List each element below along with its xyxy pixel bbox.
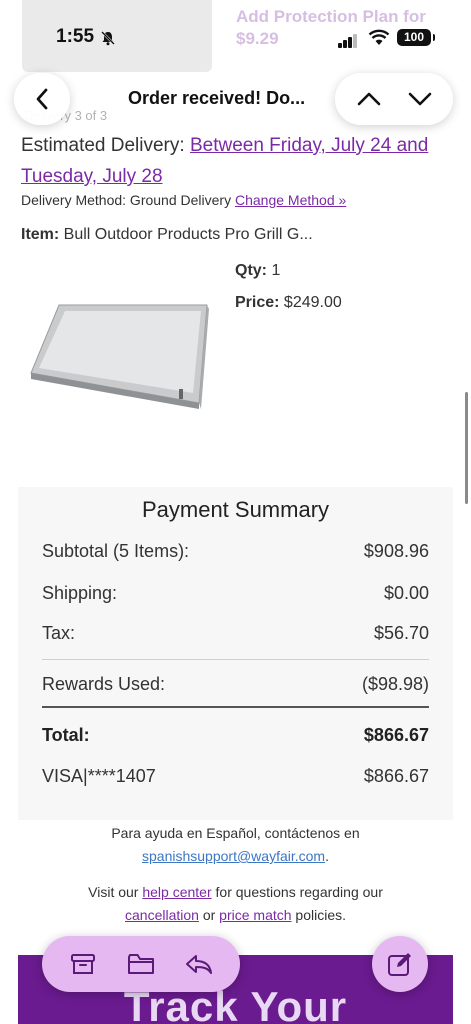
payment-summary-title: Payment Summary [141, 497, 330, 522]
back-button[interactable] [14, 73, 70, 125]
total-row: Total: $866.67 [42, 725, 429, 746]
chevron-up-icon [357, 92, 380, 106]
compose-icon [388, 953, 411, 976]
price: Price: $249.00 [235, 294, 342, 312]
cellular-signal-icon [338, 30, 358, 48]
price-match-link[interactable]: price match [219, 907, 291, 923]
chevron-left-icon [36, 88, 48, 110]
row-label: Total: [42, 725, 90, 745]
item-value: Bull Outdoor Products Pro Grill G... [59, 226, 313, 243]
reply-button[interactable] [179, 944, 219, 984]
help-text: or [198, 907, 220, 923]
spanish-help-text: Para ayuda en Español, contáctenos en [111, 825, 360, 841]
row-value: $908.96 [363, 541, 429, 561]
wifi-icon [368, 29, 390, 45]
row-label: Tax: [42, 623, 76, 643]
tax-row: Tax: $56.70 [42, 623, 429, 644]
battery-indicator: 100 [397, 29, 435, 46]
estimated-delivery: Estimated Delivery: Between Friday, July… [21, 130, 461, 192]
product-image[interactable] [21, 297, 211, 411]
next-message-button[interactable] [400, 79, 440, 119]
price-label: Price: [235, 294, 280, 311]
scrollbar[interactable] [465, 392, 468, 504]
help-text: Visit our [88, 884, 143, 900]
row-value: ($98.98) [361, 674, 429, 694]
shipping-row: Shipping: $0.00 [42, 583, 429, 604]
previous-message-button[interactable] [349, 79, 389, 119]
row-label: Subtotal (5 Items): [42, 541, 190, 561]
help-info: Visit our help center for questions rega… [0, 881, 471, 927]
subtotal-row: Subtotal (5 Items): $908.96 [42, 541, 429, 562]
estimated-delivery-label: Estimated Delivery: [21, 135, 190, 156]
help-center-link[interactable]: help center [142, 884, 211, 900]
help-text: policies. [291, 907, 346, 923]
email-subject-title: Order received! Do... [128, 88, 306, 108]
divider [42, 659, 429, 660]
row-label: Rewards Used: [42, 674, 166, 694]
quantity: Qty: 1 [235, 262, 280, 280]
price-value: $249.00 [279, 294, 342, 311]
payment-summary: Payment Summary Subtotal (5 Items): $908… [18, 487, 453, 820]
chevron-down-icon [408, 92, 431, 106]
row-value: $866.67 [363, 766, 429, 786]
row-label: VISA|****1407 [42, 766, 156, 786]
archive-icon [71, 954, 95, 974]
delivery-method-label: Delivery Method: Ground Delivery [21, 192, 235, 208]
divider [42, 706, 429, 708]
rewards-row: Rewards Used: ($98.98) [42, 674, 429, 695]
delivery-method: Delivery Method: Ground Delivery Change … [21, 192, 346, 208]
qty-label: Qty: [235, 262, 267, 279]
message-navigation [335, 73, 453, 125]
move-to-folder-button[interactable] [121, 944, 161, 984]
status-bar: 1:55 100 [0, 18, 471, 58]
change-method-link[interactable]: Change Method » [235, 192, 346, 208]
bell-off-icon [101, 31, 115, 46]
reply-icon [186, 955, 212, 974]
folder-icon [128, 954, 154, 974]
clock: 1:55 [56, 26, 95, 47]
row-value: $866.67 [363, 725, 429, 745]
spanish-support-email-link[interactable]: spanishsupport@wayfair.com [142, 848, 325, 864]
item-label: Item: [21, 226, 60, 243]
help-text: for questions regarding our [211, 884, 383, 900]
qty-value: 1 [267, 262, 281, 279]
spanish-help: Para ayuda en Español, contáctenos en sp… [0, 822, 471, 868]
item-name: Item: Bull Outdoor Products Pro Grill G.… [21, 226, 313, 244]
row-value: $0.00 [383, 583, 429, 603]
grill-griddle-image [30, 304, 209, 409]
cancellation-link[interactable]: cancellation [125, 907, 199, 923]
row-label: Shipping: [42, 583, 118, 603]
archive-button[interactable] [63, 944, 103, 984]
punctuation: . [325, 848, 329, 864]
compose-button[interactable] [372, 936, 428, 992]
payment-method-row: VISA|****1407 $866.67 [42, 766, 429, 787]
row-value: $56.70 [373, 623, 429, 643]
mail-toolbar [42, 936, 240, 992]
